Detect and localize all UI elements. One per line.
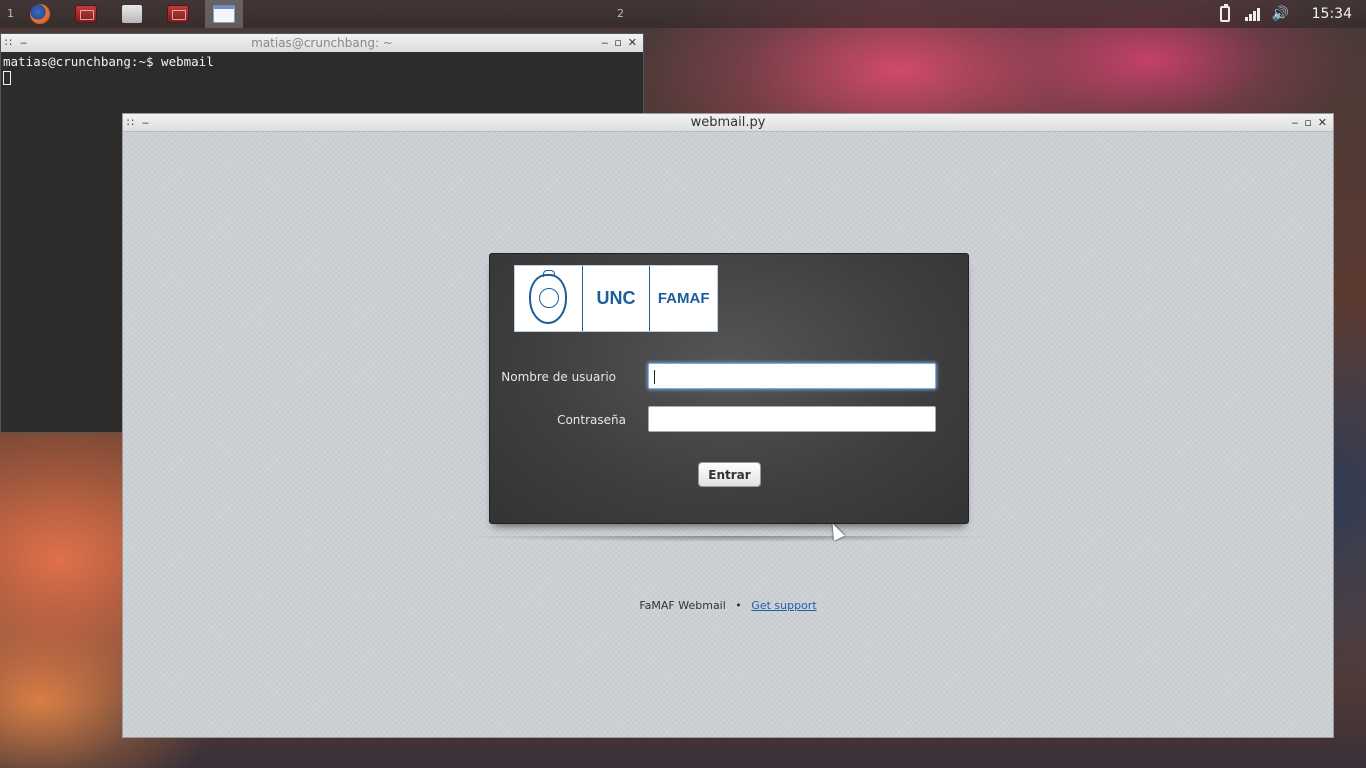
workspace-1-label[interactable]: 1 — [7, 7, 14, 20]
firefox-task-button[interactable] — [21, 0, 59, 28]
maximize-button[interactable]: ▫ — [1304, 114, 1311, 132]
username-input[interactable] — [648, 363, 936, 389]
signal-icon[interactable] — [1242, 5, 1264, 23]
file-manager-task-button[interactable] — [113, 0, 151, 28]
battery-icon[interactable] — [1214, 4, 1236, 23]
logo-unc-text: UNC — [583, 266, 651, 331]
maximize-button[interactable]: ▫ — [614, 34, 621, 52]
top-panel: 1 2 🔊 15:34 — [0, 0, 1366, 28]
terminal-title: matias@crunchbang: ~ — [251, 36, 393, 50]
terminal-task-button[interactable] — [67, 0, 105, 28]
terminal-titlebar[interactable]: ∷ ‒ matias@crunchbang: ~ ‒ ▫ ✕ — [1, 34, 643, 52]
close-button[interactable]: ✕ — [628, 34, 637, 52]
terminal-icon — [75, 5, 97, 23]
webmail-title: webmail.py — [690, 115, 766, 130]
terminal-task-button-2[interactable] — [159, 0, 197, 28]
window-menu-grip[interactable]: ∷ — [127, 114, 134, 132]
clock[interactable]: 15:34 — [1312, 6, 1352, 22]
password-input[interactable] — [648, 406, 936, 432]
window-icon — [213, 5, 235, 23]
shade-button[interactable]: ‒ — [142, 114, 149, 132]
footer-brand: FaMAF Webmail — [639, 599, 726, 612]
unc-seal-icon — [515, 266, 583, 331]
terminal-content[interactable]: matias@crunchbang:~$ webmail — [1, 52, 643, 87]
webmail-titlebar[interactable]: ∷ ‒ webmail.py ‒ ▫ ✕ — [123, 114, 1333, 132]
text-caret — [654, 370, 655, 384]
terminal-cursor — [3, 70, 11, 85]
webmail-task-button[interactable] — [205, 0, 243, 28]
volume-icon[interactable]: 🔊 — [1270, 5, 1292, 23]
footer-separator: • — [735, 599, 742, 612]
webmail-window: ∷ ‒ webmail.py ‒ ▫ ✕ UNC FAMAF Nombre de… — [122, 113, 1334, 738]
footer: FaMAF Webmail • Get support — [123, 599, 1333, 612]
minimize-button[interactable]: ‒ — [601, 34, 608, 52]
window-menu-grip[interactable]: ∷ — [5, 34, 12, 52]
shade-button[interactable]: ‒ — [20, 34, 27, 52]
unc-famaf-logo: UNC FAMAF — [514, 265, 718, 332]
system-tray: 🔊 15:34 — [1214, 0, 1366, 28]
login-card: UNC FAMAF Nombre de usuario Contraseña E… — [489, 253, 969, 524]
workspace-2-label[interactable]: 2 — [617, 7, 624, 20]
terminal-prompt-line: matias@crunchbang:~$ webmail — [3, 54, 214, 69]
get-support-link[interactable]: Get support — [751, 599, 816, 612]
password-label: Contraseña — [557, 413, 626, 427]
file-manager-icon — [122, 5, 142, 23]
firefox-icon — [30, 4, 50, 24]
card-shadow — [459, 536, 999, 542]
logo-famaf-text: FAMAF — [657, 290, 710, 307]
terminal-icon — [167, 5, 189, 23]
username-label: Nombre de usuario — [501, 370, 616, 384]
minimize-button[interactable]: ‒ — [1291, 114, 1298, 132]
close-button[interactable]: ✕ — [1318, 114, 1327, 132]
webmail-content: UNC FAMAF Nombre de usuario Contraseña E… — [123, 132, 1333, 737]
login-button[interactable]: Entrar — [698, 462, 761, 487]
